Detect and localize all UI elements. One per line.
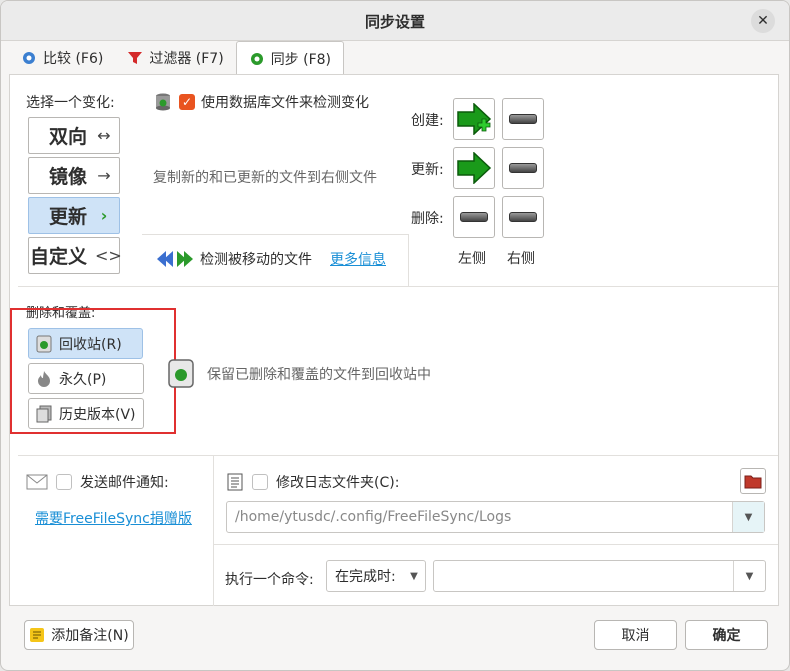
create-left-button[interactable] [453,98,495,140]
ok-button[interactable]: 确定 [685,620,768,650]
tab-compare-label: 比较 (F6) [43,51,104,67]
use-database-row: ✓ 使用数据库文件来检测变化 [153,92,369,112]
moved-files-icon [157,251,193,267]
log-file-icon [227,473,243,491]
create-label: 创建: [411,113,444,129]
divider [213,456,214,606]
no-action-icon [509,163,537,173]
create-right-arrow-icon [457,103,492,135]
variant-mirror-button[interactable]: 镜像 → [28,157,120,194]
use-database-checkbox[interactable]: ✓ [179,94,195,110]
dialog-title: 同步设置 [364,13,425,31]
database-icon [156,93,170,111]
update-right-button[interactable] [502,147,544,189]
detect-moved-row: 检测被移动的文件 更多信息 [156,249,386,269]
donation-link[interactable]: 需要FreeFileSync捐赠版 [35,508,192,528]
variant-label: 选择一个变化: [26,95,115,111]
gear-green-icon [250,52,263,65]
sync-tab-panel: 选择一个变化: 双向 ↔ 镜像 → 更新 › 自定义 <> ✓ 使用数据库文件来… [9,74,779,606]
title-bar: 同步设置 ✕ [1,1,789,41]
chevron-down-icon: ▼ [745,570,754,582]
update-label: 更新: [411,162,444,178]
no-action-icon [509,114,537,124]
gear-blue-icon [23,52,35,64]
divider [18,455,778,456]
email-row: 发送邮件通知: [26,472,169,492]
close-icon: ✕ [757,13,769,29]
command-input[interactable]: ▼ [433,560,766,592]
recycle-bin-large-icon [168,358,194,392]
right-side-label: 右侧 [507,251,535,267]
tab-sync-label: 同步 (F8) [270,51,332,68]
custom-arrow-icon: <> [95,246,122,265]
log-label: 修改日志文件夹(C): [276,475,400,491]
add-note-button[interactable]: 添加备注(N) [24,620,134,650]
command-label: 执行一个命令: [225,572,314,588]
ok-label: 确定 [712,628,741,644]
variant-two-way-label: 双向 [48,126,87,148]
email-icon [26,474,48,490]
command-when-value: 在完成时: [335,569,396,585]
create-right-button[interactable] [502,98,544,140]
variant-update-label: 更新 [48,206,87,228]
tab-compare[interactable]: 比较 (F6) [9,41,115,75]
cancel-button[interactable]: 取消 [594,620,677,650]
browse-log-folder-button[interactable] [740,468,766,494]
close-button[interactable]: ✕ [751,9,775,33]
two-way-arrow-icon: ↔ [97,126,111,145]
variant-custom-button[interactable]: 自定义 <> [28,237,122,274]
log-path-field[interactable]: /home/ytusdc/.config/FreeFileSync/Logs ▼ [226,501,765,533]
chevron-down-icon: ▼ [744,511,753,523]
log-path-value: /home/ytusdc/.config/FreeFileSync/Logs [235,509,512,525]
divider [408,234,409,286]
cancel-label: 取消 [621,628,650,644]
command-dropdown-button[interactable]: ▼ [733,561,765,591]
log-checkbox[interactable] [252,474,268,490]
add-note-label: 添加备注(N) [51,628,129,644]
mirror-arrow-icon: → [97,166,111,185]
left-side-label: 左侧 [458,251,486,267]
no-action-icon [509,212,537,222]
log-path-dropdown-button[interactable]: ▼ [732,502,764,532]
variant-custom-label: 自定义 [29,246,87,268]
update-left-button[interactable] [453,147,495,189]
no-action-icon [460,212,488,222]
update-arrow-icon: › [100,206,108,225]
log-row: 修改日志文件夹(C): [226,472,399,492]
sync-settings-dialog: 同步设置 ✕ 比较 (F6) 过滤器 (F7) 同步 (F8) 选择一个变化: … [0,0,790,671]
funnel-icon [128,52,143,64]
divider [214,544,778,545]
variant-mirror-label: 镜像 [48,166,87,188]
command-when-dropdown-button[interactable]: ▼ [403,561,425,591]
use-database-label: 使用数据库文件来检测变化 [201,95,369,111]
divider [142,234,408,235]
chevron-down-icon: ▼ [410,570,418,582]
tab-filter-label: 过滤器 (F7) [149,51,224,67]
delete-label: 删除: [411,211,444,227]
note-icon [30,628,45,642]
delete-right-button[interactable] [502,196,544,238]
deletion-description: 保留已删除和覆盖的文件到回收站中 [207,367,431,383]
email-checkbox[interactable] [56,474,72,490]
tab-sync[interactable]: 同步 (F8) [235,41,345,75]
more-info-link[interactable]: 更多信息 [330,249,386,269]
update-right-arrow-icon [457,152,492,184]
email-label: 发送邮件通知: [80,475,169,491]
variant-description: 复制新的和已更新的文件到右侧文件 [153,170,377,186]
delete-left-button[interactable] [453,196,495,238]
variant-two-way-button[interactable]: 双向 ↔ [28,117,120,154]
variant-update-button[interactable]: 更新 › [28,197,120,234]
folder-icon [744,475,762,489]
detect-moved-label: 检测被移动的文件 [200,252,312,268]
command-when-select[interactable]: 在完成时: ▼ [326,560,426,592]
tab-bar: 比较 (F6) 过滤器 (F7) 同步 (F8) [9,41,345,75]
highlight-box [10,308,176,434]
divider [18,286,778,287]
tab-filter[interactable]: 过滤器 (F7) [115,41,235,75]
